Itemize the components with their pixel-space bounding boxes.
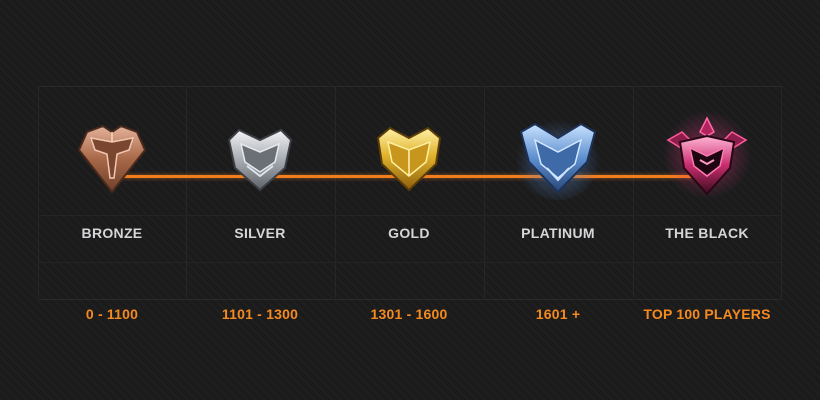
tier-gold: GOLD xyxy=(334,110,484,241)
silver-rank-icon xyxy=(227,128,293,192)
platinum-rank-icon xyxy=(516,116,600,200)
tier-name: SILVER xyxy=(234,225,286,241)
tier-bronze: BRONZE xyxy=(37,110,187,241)
tier-range: 0 - 1100 xyxy=(85,306,139,322)
bronze-rank-icon xyxy=(77,124,147,194)
tier-name: GOLD xyxy=(388,225,430,241)
the-black-rank-icon xyxy=(663,111,751,199)
tier-range: 1601 + xyxy=(535,306,581,322)
tier-name: BRONZE xyxy=(81,225,143,241)
tier-name: THE BLACK xyxy=(665,225,749,241)
tier-range: 1101 - 1300 xyxy=(221,306,299,322)
grid-line xyxy=(38,262,782,263)
tier-range: 1301 - 1600 xyxy=(370,306,448,322)
tier-name: PLATINUM xyxy=(521,225,595,241)
gold-rank-icon xyxy=(376,126,442,192)
tier-the-black: THE BLACK xyxy=(632,110,782,241)
tier-range: TOP 100 PLAYERS xyxy=(643,306,771,322)
tier-platinum: PLATINUM xyxy=(483,110,633,241)
tier-silver: SILVER xyxy=(185,110,335,241)
